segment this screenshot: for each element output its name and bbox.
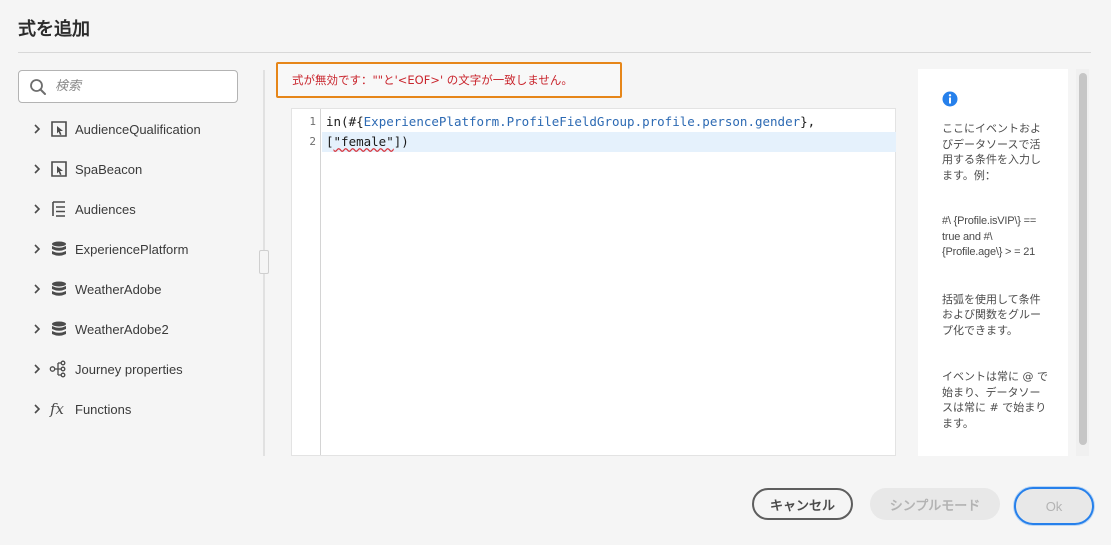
code-line-2[interactable]: ["female"])	[322, 132, 896, 152]
ok-button[interactable]: Ok	[1014, 487, 1094, 525]
database-icon	[48, 279, 70, 299]
tree-item-label: Functions	[75, 401, 132, 417]
hierarchy-icon	[48, 199, 70, 219]
help-intro-text: ここにイベントおよびデータソースで活用する条件を入力します。例：	[942, 122, 1041, 182]
chevron-right-icon[interactable]	[28, 120, 46, 138]
code-line-1[interactable]: in(#{ExperiencePlatform.ProfileFieldGrou…	[322, 112, 896, 132]
help-grouping-text: 括弧を使用して条件および関数をグループ化できます。	[942, 292, 1041, 337]
help-example-text: #\ {Profile.isVIP\} == true and #\ {Prof…	[942, 215, 1037, 258]
cancel-button[interactable]: キャンセル	[752, 488, 853, 520]
help-prefix-text: イベントは常に @ で始まり、データソースは常に # で始まります。	[942, 370, 1048, 430]
tree-item-label: Audiences	[75, 201, 136, 217]
code-token: [	[326, 134, 334, 149]
audience-qualification-icon	[48, 119, 70, 139]
error-message: 式が無効です：""と'<EOF>' の文字が一致しません。	[276, 62, 622, 98]
chevron-right-icon[interactable]	[28, 200, 46, 218]
search-field[interactable]	[18, 70, 238, 103]
tree-item-label: Journey properties	[75, 361, 183, 377]
tree-item-weatheradobe[interactable]: WeatherAdobe	[28, 269, 258, 309]
chevron-right-icon[interactable]	[28, 360, 46, 378]
chevron-right-icon[interactable]	[28, 160, 46, 178]
tree-item-label: WeatherAdobe2	[75, 321, 169, 337]
tree-item-functions[interactable]: fx Functions	[28, 389, 258, 429]
search-input[interactable]	[55, 79, 225, 94]
search-icon	[30, 78, 46, 95]
dialog-title: 式を追加	[18, 19, 90, 40]
line-number-gutter: 1 2	[292, 109, 321, 455]
error-text: 式が無効です：""と'<EOF>' の文字が一致しません。	[292, 73, 573, 87]
info-icon	[942, 91, 958, 107]
expression-editor[interactable]: 1 2 in(#{ExperiencePlatform.ProfileField…	[291, 108, 896, 456]
help-panel: ここにイベントおよびデータソースで活用する条件を入力します。例： #\ {Pro…	[918, 69, 1068, 456]
svg-text:fx: fx	[49, 400, 65, 418]
line-number: 1	[309, 115, 316, 128]
code-token: in(#{	[326, 114, 364, 129]
code-token-identifier: ExperiencePlatform.ProfileFieldGroup.pro…	[363, 114, 801, 129]
chevron-right-icon[interactable]	[28, 320, 46, 338]
database-icon	[48, 239, 70, 259]
tree-item-spabeacon[interactable]: SpaBeacon	[28, 149, 258, 189]
journey-properties-icon	[48, 359, 70, 379]
tree-item-experienceplatform[interactable]: ExperiencePlatform	[28, 229, 258, 269]
event-icon	[48, 159, 70, 179]
tree-item-weatheradobe2[interactable]: WeatherAdobe2	[28, 309, 258, 349]
data-source-tree: AudienceQualification SpaBeacon Audience…	[28, 109, 258, 429]
help-scrollbar-thumb[interactable]	[1079, 73, 1087, 445]
tree-item-journey-properties[interactable]: Journey properties	[28, 349, 258, 389]
simple-mode-button[interactable]: シンプルモード	[870, 488, 1000, 520]
code-token: ])	[393, 134, 409, 149]
tree-item-audience-qualification[interactable]: AudienceQualification	[28, 109, 258, 149]
code-token: },	[800, 114, 816, 129]
tree-item-audiences[interactable]: Audiences	[28, 189, 258, 229]
chevron-right-icon[interactable]	[28, 240, 46, 258]
tree-item-label: AudienceQualification	[75, 121, 201, 137]
chevron-right-icon[interactable]	[28, 280, 46, 298]
chevron-right-icon[interactable]	[28, 400, 46, 418]
tree-item-label: ExperiencePlatform	[75, 241, 189, 257]
code-token-string: "female"	[333, 134, 394, 149]
line-number: 2	[309, 135, 316, 148]
title-divider	[18, 52, 1091, 53]
tree-item-label: SpaBeacon	[75, 161, 143, 177]
tree-item-label: WeatherAdobe	[75, 281, 162, 297]
database-icon	[48, 319, 70, 339]
function-icon: fx	[48, 399, 70, 419]
splitter-handle[interactable]	[259, 250, 269, 274]
